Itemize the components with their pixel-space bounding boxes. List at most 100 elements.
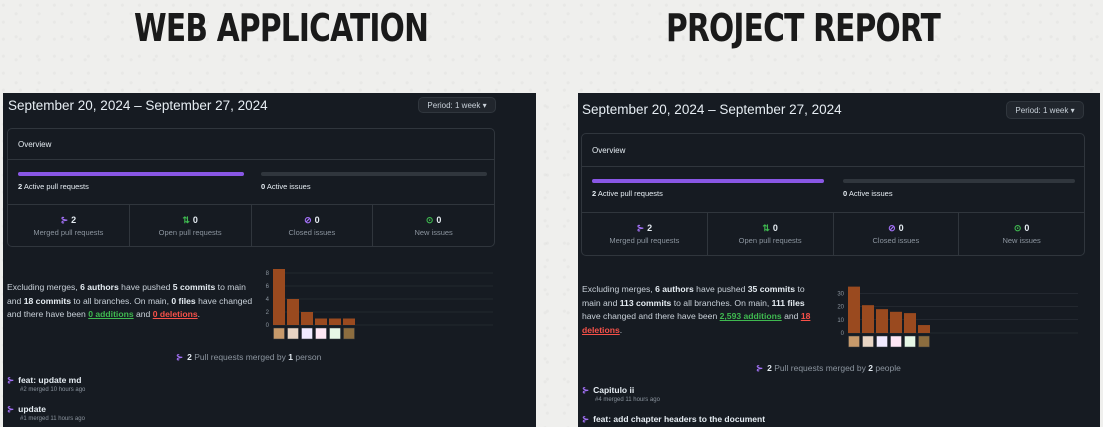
commit-bar[interactable]: [848, 286, 860, 333]
pr-item[interactable]: ⊱ feat: add chapter headers to the docume…: [582, 414, 765, 425]
commit-summary: Excluding merges, 6 authors have pushed …: [7, 282, 253, 319]
overview-title: Overview: [18, 140, 52, 149]
stat-3[interactable]: ⊙ 0 New issues: [959, 213, 1084, 255]
stat-label: New issues: [414, 228, 453, 237]
active-pr-label[interactable]: 2 Active pull requests: [18, 182, 89, 191]
author-avatar[interactable]: [343, 327, 355, 340]
y-tick-label: 8: [266, 271, 270, 277]
stat-label: Closed issues: [288, 228, 336, 237]
stat-label: Merged pull requests: [33, 228, 104, 237]
date-range: September 20, 2024 – September 27, 2024: [8, 98, 268, 113]
commit-bar[interactable]: [890, 311, 902, 333]
overview-box: Overview 2 Active pull requests 0 Active…: [7, 128, 495, 247]
pr-title[interactable]: feat: add chapter headers to the documen…: [593, 414, 765, 424]
stat-label: Open pull requests: [158, 228, 222, 237]
stat-3[interactable]: ⊙ 0 New issues: [373, 205, 494, 246]
stat-value: 0: [436, 215, 442, 225]
stat-value: 0: [772, 223, 778, 233]
heading-web-application: WEB APPLICATION: [134, 6, 429, 50]
merged-summary: ⊱ 2 Pull requests merged by 1 person: [176, 352, 322, 362]
commit-bar[interactable]: [904, 313, 916, 333]
merge-icon: ⊱: [582, 414, 590, 424]
commit-summary: Excluding merges, 6 authors have pushed …: [582, 284, 811, 335]
author-avatar[interactable]: [890, 335, 902, 348]
pr-meta: #1 merged 11 hours ago: [20, 416, 85, 422]
stat-value: 0: [898, 223, 904, 233]
additions-link[interactable]: 0 additions: [88, 309, 133, 319]
stat-2[interactable]: ⊘ 0 Closed issues: [834, 213, 960, 255]
y-tick-label: 0: [841, 331, 845, 337]
stat-value: 2: [647, 223, 653, 233]
stats-row: ⊱ 2 Merged pull requests ⇅ 0 Open pull reques…: [8, 205, 494, 246]
stat-0[interactable]: ⊱ 2 Merged pull requests: [582, 213, 708, 255]
pr-item[interactable]: ⊱ update #1 merged 11 hours ago: [7, 404, 85, 422]
merge-icon: ⊱: [582, 385, 590, 395]
merge-icon: ⊱: [756, 363, 764, 373]
merge-icon: ⊱: [7, 375, 15, 385]
stat-value: 0: [192, 215, 198, 225]
commit-bar[interactable]: [329, 318, 341, 326]
pr-title[interactable]: feat: update md: [18, 375, 81, 385]
commit-bar[interactable]: [315, 318, 327, 326]
stat-icon: ⊙: [425, 215, 434, 225]
y-tick-label: 20: [837, 305, 844, 311]
author-avatar[interactable]: [315, 327, 327, 340]
commit-bar[interactable]: [343, 318, 355, 326]
author-avatar[interactable]: [918, 335, 930, 348]
active-pr-label[interactable]: 2 Active pull requests: [592, 189, 663, 198]
active-issues-label[interactable]: 0 Active issues: [261, 182, 311, 191]
merge-icon: ⊱: [176, 352, 184, 362]
stat-label: New issues: [1002, 236, 1041, 245]
stat-label: Open pull requests: [738, 236, 802, 245]
stat-value: 0: [314, 215, 320, 225]
deletions-link[interactable]: 0 deletions: [153, 309, 198, 319]
active-pr-bar-fill: [18, 172, 244, 176]
commit-bar[interactable]: [287, 299, 299, 325]
stat-2[interactable]: ⊘ 0 Closed issues: [252, 205, 374, 246]
stats-row: ⊱ 2 Merged pull requests ⇅ 0 Open pull reques…: [582, 213, 1084, 255]
active-pr-bar: [18, 172, 244, 176]
active-issues-bar: [261, 172, 487, 176]
commit-bar[interactable]: [918, 325, 930, 333]
pr-item[interactable]: ⊱ feat: update md #2 merged 10 hours ago: [7, 375, 85, 393]
stat-0[interactable]: ⊱ 2 Merged pull requests: [8, 205, 130, 246]
y-tick-label: 10: [837, 318, 844, 324]
commit-bar[interactable]: [301, 312, 313, 325]
overview-title: Overview: [592, 146, 626, 155]
stat-icon: ⇅: [182, 215, 190, 225]
stat-label: Closed issues: [872, 236, 920, 245]
commit-bar[interactable]: [862, 305, 874, 333]
active-pr-bar: [592, 179, 824, 183]
stat-1[interactable]: ⇅ 0 Open pull requests: [708, 213, 834, 255]
pr-title[interactable]: update: [18, 404, 46, 414]
author-avatar[interactable]: [848, 335, 860, 348]
author-avatar[interactable]: [862, 335, 874, 348]
divider: [8, 159, 494, 160]
pr-meta: #2 merged 10 hours ago: [20, 387, 86, 393]
period-button[interactable]: Period: 1 week ▾: [1006, 101, 1084, 119]
pr-title[interactable]: Capitulo ii: [593, 385, 634, 395]
author-avatar[interactable]: [287, 327, 299, 340]
overview-box: Overview 2 Active pull requests 0 Active…: [581, 133, 1085, 256]
commit-bar[interactable]: [876, 309, 888, 333]
stat-value: 0: [1024, 223, 1030, 233]
author-avatar[interactable]: [301, 327, 313, 340]
pr-item[interactable]: ⊱ Capitulo ii #4 merged 11 hours ago: [582, 385, 660, 403]
author-avatar[interactable]: [876, 335, 888, 348]
y-tick-label: 0: [266, 323, 270, 329]
y-tick-label: 2: [266, 310, 270, 316]
stat-1[interactable]: ⇅ 0 Open pull requests: [130, 205, 252, 246]
author-avatar[interactable]: [329, 327, 341, 340]
author-avatar[interactable]: [273, 327, 285, 340]
pr-meta: #4 merged 11 hours ago: [595, 397, 660, 403]
author-avatar[interactable]: [904, 335, 916, 348]
active-issues-label[interactable]: 0 Active issues: [843, 189, 893, 198]
stat-icon: ⊙: [1013, 223, 1022, 233]
period-button[interactable]: Period: 1 week ▾: [418, 97, 496, 113]
commit-bar[interactable]: [273, 269, 285, 325]
commits-chart: 8 6 4 2 0: [266, 269, 493, 340]
active-issues-bar: [843, 179, 1075, 183]
additions-link[interactable]: 2,593 additions: [720, 311, 782, 321]
stat-icon: ⊱: [60, 215, 69, 225]
right-insights-panel: September 20, 2024 – September 27, 2024 …: [578, 93, 1100, 427]
